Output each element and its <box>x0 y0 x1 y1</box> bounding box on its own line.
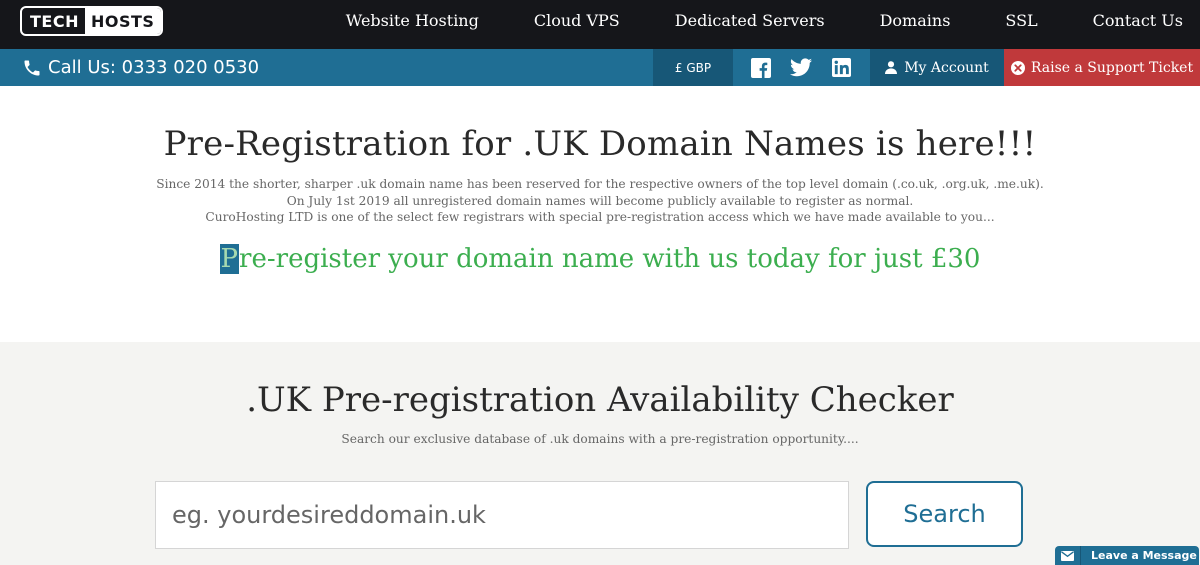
top-navbar: TECH HOSTS Website Hosting Cloud VPS Ded… <box>0 0 1200 49</box>
nav-website-hosting[interactable]: Website Hosting <box>308 11 496 30</box>
nav-domains[interactable]: Domains <box>842 11 968 30</box>
hero-line-1: Since 2014 the shorter, sharper .uk doma… <box>156 177 1044 191</box>
domain-search-input[interactable] <box>155 481 849 549</box>
utility-bar: Call Us: 0333 020 0530 £ GBP My Account <box>0 49 1200 86</box>
nav-contact-us[interactable]: Contact Us <box>1055 11 1200 30</box>
support-ticket-button[interactable]: Raise a Support Ticket <box>1004 49 1200 86</box>
hero-offer: Pre-register your domain name with us to… <box>0 244 1200 274</box>
hero-line-2: On July 1st 2019 all unregistered domain… <box>286 193 914 208</box>
close-circle-icon <box>1010 60 1025 75</box>
envelope-icon <box>1055 546 1081 565</box>
search-button[interactable]: Search <box>866 481 1023 547</box>
call-us-link[interactable]: Call Us: 0333 020 0530 <box>22 54 259 81</box>
logo-text-tech: TECH <box>30 12 79 31</box>
techhosts-logo[interactable]: TECH HOSTS <box>20 6 164 36</box>
leave-message-widget[interactable]: Leave a Message <box>1055 546 1199 565</box>
twitter-link[interactable] <box>781 49 821 86</box>
nav-cloud-vps[interactable]: Cloud VPS <box>496 11 637 30</box>
availability-checker: .UK Pre-registration Availability Checke… <box>0 342 1200 565</box>
nav-dedicated-servers[interactable]: Dedicated Servers <box>637 11 842 30</box>
logo-text-hosts: HOSTS <box>84 8 162 34</box>
hero-line-3: CuroHosting LTD is one of the select few… <box>205 210 995 224</box>
currency-selector[interactable]: £ GBP <box>653 49 733 86</box>
phone-icon <box>24 60 40 75</box>
nav-ssl[interactable]: SSL <box>967 11 1054 30</box>
offer-text: re-register your domain name with us tod… <box>239 244 981 274</box>
twitter-icon <box>790 58 812 77</box>
hero-title: Pre-Registration for .UK Domain Names is… <box>163 124 1037 164</box>
pre-registration-hero: Pre-Registration for .UK Domain Names is… <box>0 86 1200 342</box>
support-ticket-label: Raise a Support Ticket <box>1030 59 1194 76</box>
facebook-link[interactable] <box>741 49 781 86</box>
my-account-label: My Account <box>904 59 989 76</box>
checker-title: .UK Pre-registration Availability Checke… <box>246 380 954 420</box>
checker-subtitle: Search our exclusive database of .uk dom… <box>341 432 859 446</box>
main-nav: Website Hosting Cloud VPS Dedicated Serv… <box>308 0 1200 40</box>
facebook-icon <box>751 57 771 78</box>
hero-description: Since 2014 the shorter, sharper .uk doma… <box>0 176 1200 226</box>
leave-message-label: Leave a Message <box>1091 549 1197 562</box>
offer-highlight-letter: P <box>219 244 240 274</box>
my-account-button[interactable]: My Account <box>870 49 1004 86</box>
linkedin-icon <box>831 58 851 77</box>
call-us-text: Call Us: 0333 020 0530 <box>48 57 260 78</box>
user-icon <box>885 61 898 74</box>
linkedin-link[interactable] <box>821 49 861 86</box>
